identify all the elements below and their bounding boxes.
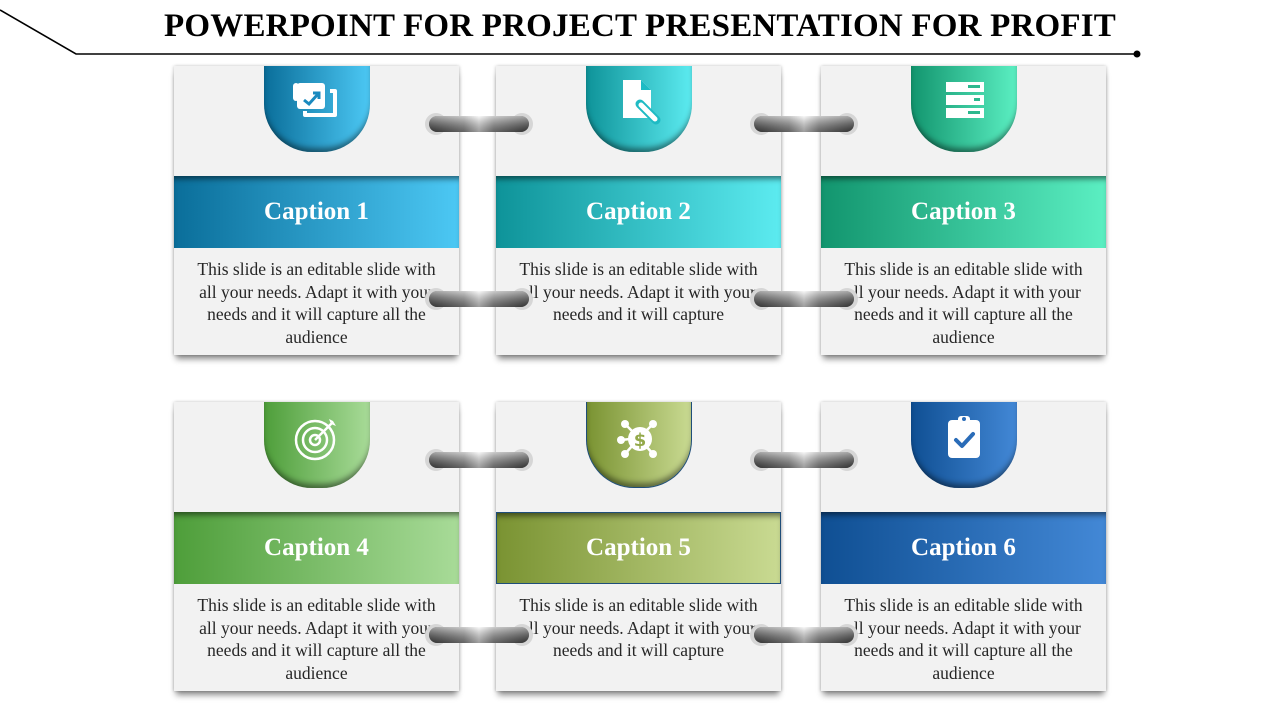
caption-card-4: Caption 4 This slide is an editable slid… <box>174 402 459 691</box>
caption-description: This slide is an editable slide with all… <box>844 259 1083 347</box>
caption-card-6: Caption 6 This slide is an editable slid… <box>821 402 1106 691</box>
caption-card-3: Caption 3 This slide is an editable slid… <box>821 66 1106 355</box>
caption-title: Caption 3 <box>911 198 1016 225</box>
caption-title: Caption 4 <box>264 534 369 561</box>
icon-tab: $ <box>585 402 692 488</box>
presentation-chart-icon <box>292 83 337 117</box>
caption-title: Caption 2 <box>586 198 691 225</box>
ring-connector <box>425 449 533 471</box>
caption-bar: Caption 4 <box>174 512 459 584</box>
slide-title: POWERPOINT FOR PROJECT PRESENTATION FOR … <box>164 8 1116 44</box>
caption-bar: Caption 6 <box>821 512 1106 584</box>
caption-bar: Caption 1 <box>174 176 459 248</box>
icon-tab <box>263 402 370 488</box>
caption-card-2: Caption 2 This slide is an editable slid… <box>496 66 781 355</box>
ring-connector <box>425 113 533 135</box>
caption-description: This slide is an editable slide with all… <box>197 595 436 683</box>
clipboard-check-icon <box>947 416 980 458</box>
caption-card-5: $ Caption 5 This slide is an editable sl… <box>496 402 781 691</box>
ring-connector <box>750 288 858 310</box>
caption-description: This slide is an editable slide with all… <box>197 259 436 347</box>
svg-text:$: $ <box>633 430 646 451</box>
icon-tab <box>585 66 692 152</box>
document-edit-icon <box>622 80 660 125</box>
caption-title: Caption 5 <box>586 534 691 561</box>
caption-title: Caption 1 <box>264 198 369 225</box>
icon-tab <box>910 66 1017 152</box>
money-network-icon: $ <box>616 419 657 458</box>
caption-card-1: Caption 1 This slide is an editable slid… <box>174 66 459 355</box>
ring-connector <box>750 449 858 471</box>
caption-description: This slide is an editable slide with all… <box>519 259 758 324</box>
caption-bar: Caption 2 <box>496 176 781 248</box>
caption-bar: Caption 3 <box>821 176 1106 248</box>
target-icon <box>294 419 336 461</box>
caption-bar: Caption 5 <box>496 512 781 584</box>
caption-description: This slide is an editable slide with all… <box>844 595 1083 683</box>
caption-description: This slide is an editable slide with all… <box>519 595 758 660</box>
ring-connector <box>750 113 858 135</box>
icon-tab <box>263 66 370 152</box>
server-stack-icon <box>945 82 984 118</box>
ring-connector <box>425 624 533 646</box>
ring-connector <box>425 288 533 310</box>
caption-title: Caption 6 <box>911 534 1016 561</box>
ring-connector <box>750 624 858 646</box>
icon-tab <box>910 402 1017 488</box>
